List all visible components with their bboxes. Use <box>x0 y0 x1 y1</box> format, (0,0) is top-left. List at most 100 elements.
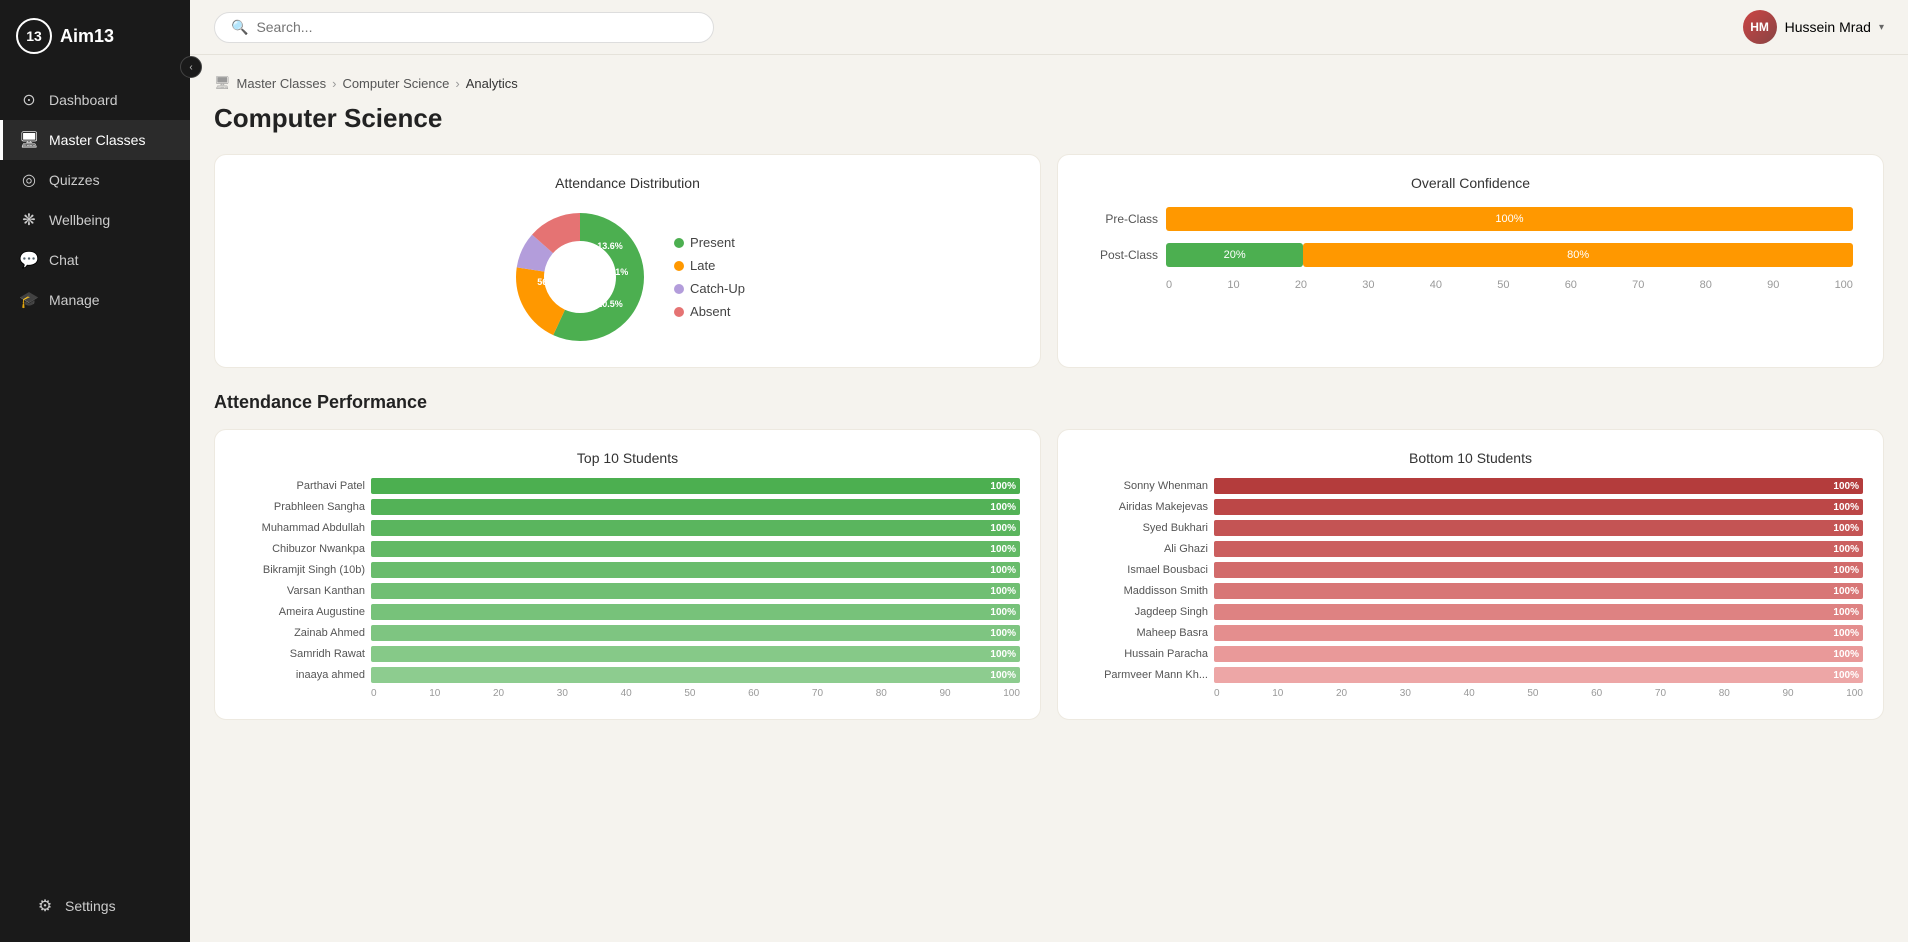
absent-dot <box>674 307 684 317</box>
search-bar[interactable]: 🔍 <box>214 12 714 43</box>
bar-fill: 100% <box>1214 478 1863 494</box>
student-name: Prabhleen Sangha <box>235 501 365 513</box>
bar-fill: 100% <box>371 646 1020 662</box>
bar-track: 100% <box>1214 562 1863 578</box>
user-info[interactable]: HM Hussein Mrad ▾ <box>1743 10 1884 44</box>
table-row: Jagdeep Singh 100% <box>1078 604 1863 620</box>
bar-fill: 100% <box>371 541 1020 557</box>
bar-track: 100% <box>1214 646 1863 662</box>
bar-track: 100% <box>1214 478 1863 494</box>
student-name: Ali Ghazi <box>1078 543 1208 555</box>
table-row: Muhammad Abdullah 100% <box>235 520 1020 536</box>
bar-track: 100% <box>1214 520 1863 536</box>
breadcrumb-master-classes[interactable]: Master Classes <box>237 76 327 91</box>
bottom10-card: Bottom 10 Students Sonny Whenman 100% Ai… <box>1057 429 1884 720</box>
sidebar-item-quizzes[interactable]: ◎ Quizzes <box>0 160 190 200</box>
absent-label: Absent <box>690 304 730 319</box>
student-name: Maddisson Smith <box>1078 585 1208 597</box>
table-row: Parmveer Mann Kh... 100% <box>1078 667 1863 683</box>
sidebar-item-settings[interactable]: ⚙ Settings <box>16 886 174 926</box>
bar-track: 100% <box>1214 604 1863 620</box>
bar-track: 100% <box>371 667 1020 683</box>
catchup-label: Catch-Up <box>690 281 745 296</box>
bar-fill: 100% <box>371 562 1020 578</box>
sidebar-item-label: Manage <box>49 292 100 308</box>
bar-track: 100% <box>371 499 1020 515</box>
bar-fill: 100% <box>1214 646 1863 662</box>
sidebar-item-label: Wellbeing <box>49 212 110 228</box>
table-row: Samridh Rawat 100% <box>235 646 1020 662</box>
bar-fill: 100% <box>371 583 1020 599</box>
student-name: inaaya ahmed <box>235 669 365 681</box>
sidebar-item-manage[interactable]: 🎓 Manage <box>0 280 190 320</box>
avatar: HM <box>1743 10 1777 44</box>
table-row: Sonny Whenman 100% <box>1078 478 1863 494</box>
bar-track: 100% <box>371 583 1020 599</box>
student-name: Parmveer Mann Kh... <box>1078 669 1208 681</box>
sidebar-item-label: Dashboard <box>49 92 118 108</box>
sidebar-item-chat[interactable]: 💬 Chat <box>0 240 190 280</box>
bar-fill: 100% <box>371 478 1020 494</box>
master-classes-icon: 🖥 <box>19 130 39 150</box>
sidebar-item-label: Settings <box>65 898 116 914</box>
student-name: Airidas Makejevas <box>1078 501 1208 513</box>
table-row: Syed Bukhari 100% <box>1078 520 1863 536</box>
sidebar-collapse-button[interactable]: ‹ <box>180 56 202 78</box>
overall-confidence-title: Overall Confidence <box>1078 175 1863 191</box>
bar-fill: 100% <box>1214 541 1863 557</box>
search-input[interactable] <box>256 19 697 35</box>
table-row: Maheep Basra 100% <box>1078 625 1863 641</box>
bar-fill: 100% <box>371 667 1020 683</box>
bar-track: 100% <box>371 478 1020 494</box>
student-name: Bikramjit Singh (10b) <box>235 564 365 576</box>
top10-card: Top 10 Students Parthavi Patel 100% Prab… <box>214 429 1041 720</box>
sidebar-item-wellbeing[interactable]: ❋ Wellbeing <box>0 200 190 240</box>
student-name: Sonny Whenman <box>1078 480 1208 492</box>
table-row: Hussain Paracha 100% <box>1078 646 1863 662</box>
bar-track: 100% <box>1214 625 1863 641</box>
bar-fill: 100% <box>371 499 1020 515</box>
breadcrumb-computer-science[interactable]: Computer Science <box>342 76 449 91</box>
table-row: Airidas Makejevas 100% <box>1078 499 1863 515</box>
bottom10-chart: Bottom 10 Students Sonny Whenman 100% Ai… <box>1078 450 1863 699</box>
app-logo: 13 Aim13 <box>0 0 190 72</box>
table-row: Ismael Bousbaci 100% <box>1078 562 1863 578</box>
legend-present: Present <box>674 235 745 250</box>
post-class-label: Post-Class <box>1088 248 1158 262</box>
post-class-orange-bar: 80% <box>1303 243 1853 267</box>
pre-class-bar-wrap: 100% <box>1166 207 1853 231</box>
dashboard-icon: ⊙ <box>19 90 39 110</box>
svg-text:9.1%: 9.1% <box>608 267 629 277</box>
table-row: Zainab Ahmed 100% <box>235 625 1020 641</box>
pre-class-row: Pre-Class 100% <box>1088 207 1853 231</box>
top10-title: Top 10 Students <box>235 450 1020 466</box>
present-label: Present <box>690 235 735 250</box>
bar-fill: 100% <box>1214 625 1863 641</box>
sidebar-item-label: Quizzes <box>49 172 100 188</box>
svg-text:13.6%: 13.6% <box>597 241 623 251</box>
present-dot <box>674 238 684 248</box>
pre-class-label: Pre-Class <box>1088 212 1158 226</box>
post-class-row: Post-Class 20% 80% <box>1088 243 1853 267</box>
student-name: Jagdeep Singh <box>1078 606 1208 618</box>
bar-fill: 100% <box>1214 604 1863 620</box>
content-area: 🖥 Master Classes › Computer Science › An… <box>190 55 1908 942</box>
table-row: Ameira Augustine 100% <box>235 604 1020 620</box>
student-name: Varsan Kanthan <box>235 585 365 597</box>
donut-container: 13.6% 9.1% 20.5% 56.8% Present <box>235 207 1020 347</box>
table-row: Ali Ghazi 100% <box>1078 541 1863 557</box>
bar-track: 100% <box>371 541 1020 557</box>
student-name: Muhammad Abdullah <box>235 522 365 534</box>
student-name: Syed Bukhari <box>1078 522 1208 534</box>
sidebar-item-dashboard[interactable]: ⊙ Dashboard <box>0 80 190 120</box>
charts-row: Attendance Distribution <box>214 154 1884 368</box>
header: 🔍 HM Hussein Mrad ▾ <box>190 0 1908 55</box>
svg-text:20.5%: 20.5% <box>597 299 623 309</box>
bar-track: 100% <box>1214 667 1863 683</box>
bar-track: 100% <box>371 520 1020 536</box>
student-name: Hussain Paracha <box>1078 648 1208 660</box>
sidebar-item-master-classes[interactable]: 🖥 Master Classes <box>0 120 190 160</box>
manage-icon: 🎓 <box>19 290 39 310</box>
bar-track: 100% <box>1214 541 1863 557</box>
chat-icon: 💬 <box>19 250 39 270</box>
